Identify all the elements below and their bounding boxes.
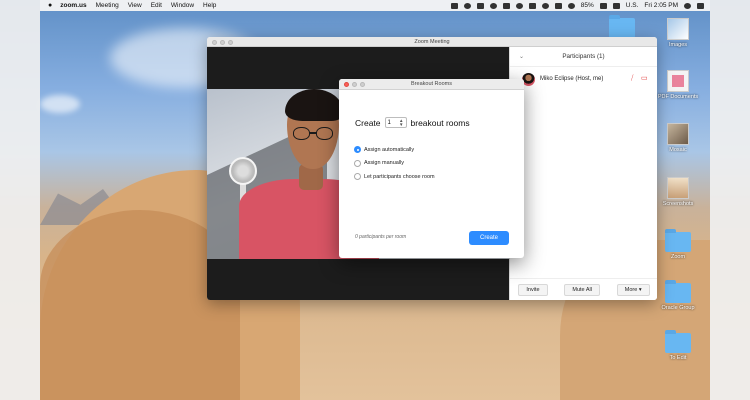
desktop-item-pdf-documents[interactable]: PDF Documents	[648, 70, 708, 100]
create-button[interactable]: Create	[469, 231, 509, 245]
folder-icon	[665, 330, 691, 353]
participants-per-room: 0 participants per room	[355, 234, 407, 240]
participants-footer: Invite Mute All More ▾	[510, 278, 657, 300]
desktop-item-screenshots[interactable]: Screenshots	[648, 177, 708, 207]
participants-panel: ⌄ Participants (1) Miko Eclipse (Host, m…	[509, 47, 657, 300]
more-button[interactable]: More ▾	[616, 283, 650, 296]
menu-window[interactable]: Window	[171, 2, 194, 9]
status-icon[interactable]	[463, 2, 471, 9]
minimize-button[interactable]	[220, 39, 225, 45]
video-off-icon[interactable]: ▭	[641, 75, 650, 83]
participant-name: Miko Eclipse (Host, me)	[540, 76, 604, 82]
image-file-icon	[667, 123, 689, 145]
desktop-folder-to-edit[interactable]: To Edit	[648, 330, 708, 361]
search-icon[interactable]	[684, 2, 691, 9]
radio-button[interactable]	[354, 159, 361, 167]
desktop-item-label: PDF Documents	[657, 94, 699, 100]
zoom-button[interactable]	[228, 39, 233, 45]
breakout-rooms-dialog: Breakout Rooms Create 1 ▲ ▼ breakout room…	[339, 79, 524, 258]
cloud-icon[interactable]	[489, 2, 497, 9]
room-count-value[interactable]: 1	[388, 120, 391, 126]
close-button[interactable]	[212, 39, 217, 45]
fan	[229, 157, 257, 185]
clock[interactable]: Fri 2:05 PM	[644, 2, 678, 9]
status-icon[interactable]	[502, 2, 510, 9]
status-icon[interactable]	[476, 2, 484, 9]
volume-icon[interactable]	[567, 2, 575, 9]
desktop-item-label: Mosaic	[669, 147, 687, 153]
menu-help[interactable]: Help	[203, 2, 216, 9]
create-rooms-row: Create 1 ▲ ▼ breakout rooms	[355, 117, 470, 128]
desktop-item-label: To Edit	[669, 355, 687, 361]
letterbox-right	[710, 0, 750, 400]
window-title-bar[interactable]: Zoom Meeting	[207, 37, 657, 47]
dialog-title: Breakout Rooms	[411, 81, 452, 87]
window-controls	[344, 82, 365, 87]
input-locale[interactable]: U.S.	[626, 2, 639, 9]
desktop-item-mosaic[interactable]: Mosaic	[648, 123, 708, 153]
status-icon[interactable]	[515, 2, 523, 9]
option-label: Assign manually	[364, 160, 405, 167]
option-label: Assign automatically	[364, 146, 415, 153]
desktop-item-label: Images	[668, 42, 688, 48]
battery-icon[interactable]	[599, 2, 607, 9]
notification-center-icon[interactable]	[697, 2, 704, 9]
desktop-folder-oracle-group[interactable]: Oracle Group	[648, 280, 708, 311]
status-icon[interactable]	[528, 2, 536, 9]
pdf-file-icon	[667, 70, 689, 92]
mac-menu-bar: ● zoom.us Meeting View Edit Window Help …	[40, 0, 710, 11]
create-prefix: Create	[355, 117, 381, 128]
room-count-stepper[interactable]: 1 ▲ ▼	[384, 117, 407, 128]
option-assign-manually[interactable]: Assign manually	[354, 157, 435, 171]
minimize-button[interactable]	[352, 82, 357, 87]
image-file-icon	[667, 18, 689, 40]
stepper-arrows-icon[interactable]: ▲ ▼	[399, 118, 403, 127]
menu-edit[interactable]: Edit	[151, 2, 162, 9]
dialog-title-bar[interactable]: Breakout Rooms	[339, 79, 524, 90]
participants-title: Participants (1)	[562, 53, 605, 60]
menu-view[interactable]: View	[128, 2, 142, 9]
option-participants-choose[interactable]: Let participants choose room	[354, 170, 435, 184]
wifi-icon[interactable]	[554, 2, 562, 9]
option-assign-automatically[interactable]: Assign automatically	[354, 143, 435, 157]
menu-extras: 85% U.S. Fri 2:05 PM	[450, 2, 710, 9]
zoom-button[interactable]	[360, 82, 365, 87]
desktop-folder-zoom[interactable]: Zoom	[648, 229, 708, 260]
window-controls	[212, 39, 233, 45]
status-icon[interactable]	[450, 2, 458, 9]
participant-row[interactable]: Miko Eclipse (Host, me) ⧸ ▭	[510, 71, 657, 87]
radio-button-selected[interactable]	[354, 146, 361, 154]
mute-all-button[interactable]: Mute All	[564, 283, 600, 296]
person-glasses	[293, 127, 333, 140]
menu-app-name[interactable]: zoom.us	[60, 2, 86, 9]
flag-icon[interactable]	[612, 2, 620, 9]
battery-percent[interactable]: 85%	[581, 2, 594, 9]
apple-menu-icon[interactable]: ●	[48, 2, 52, 9]
folder-icon	[665, 280, 691, 303]
chevron-down-icon[interactable]: ⌄	[519, 47, 524, 67]
option-label: Let participants choose room	[364, 173, 435, 180]
create-suffix: breakout rooms	[410, 117, 470, 128]
desktop-item-images[interactable]: Images	[648, 18, 708, 48]
radio-button[interactable]	[354, 173, 361, 181]
assignment-options: Assign automatically Assign manually Let…	[354, 143, 435, 184]
menu-meeting[interactable]: Meeting	[96, 2, 119, 9]
participants-header: ⌄ Participants (1)	[510, 47, 657, 67]
folder-icon	[665, 229, 691, 252]
desktop-item-label: Zoom	[670, 254, 686, 260]
cloud	[40, 95, 80, 113]
close-button[interactable]	[344, 82, 349, 87]
desktop-item-label: Screenshots	[662, 201, 694, 207]
letterbox-left	[0, 0, 40, 400]
desktop-item-label: Oracle Group	[661, 305, 695, 311]
muted-microphone-icon[interactable]: ⧸	[631, 75, 638, 83]
window-title: Zoom Meeting	[414, 39, 450, 45]
image-file-icon	[667, 177, 689, 199]
bluetooth-icon[interactable]	[541, 2, 549, 9]
invite-button[interactable]: Invite	[518, 283, 548, 296]
folder-icon	[609, 15, 635, 38]
person-hair	[285, 89, 343, 121]
